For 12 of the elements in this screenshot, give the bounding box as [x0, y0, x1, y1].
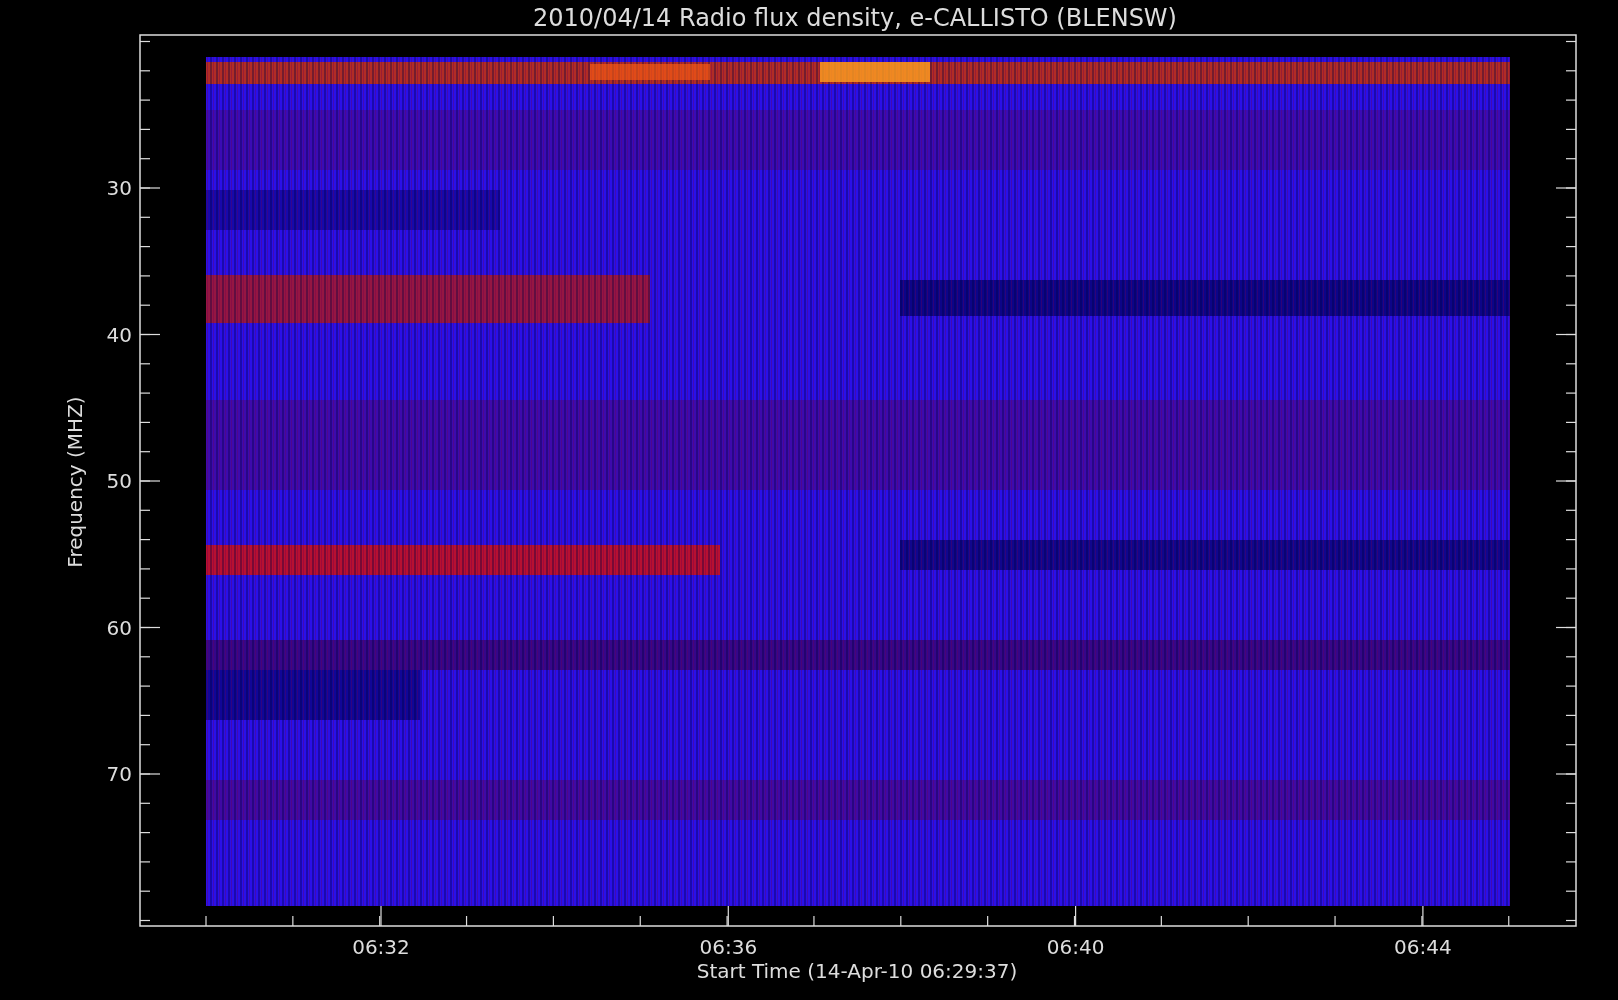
x-axis-label: Start Time (14-Apr-10 06:29:37): [696, 959, 1018, 983]
x-tick-label: 06:32: [352, 935, 410, 959]
y-tick-label: 30: [106, 176, 132, 200]
y-axis-label: Frequency (MHZ): [63, 396, 87, 568]
x-tick-label: 06:36: [699, 935, 758, 959]
y-tick-label: 60: [106, 615, 132, 640]
x-tick-label: 06:44: [1394, 935, 1452, 959]
x-tick-label: 06:40: [1046, 935, 1105, 959]
y-tick-label: 50: [106, 469, 132, 493]
chart-title: 2010/04/14 Radio flux density, e-CALLISTO (BLENSW): [533, 4, 1177, 32]
y-tick-label: 40: [106, 322, 132, 347]
y-tick-label: 70: [106, 762, 132, 786]
